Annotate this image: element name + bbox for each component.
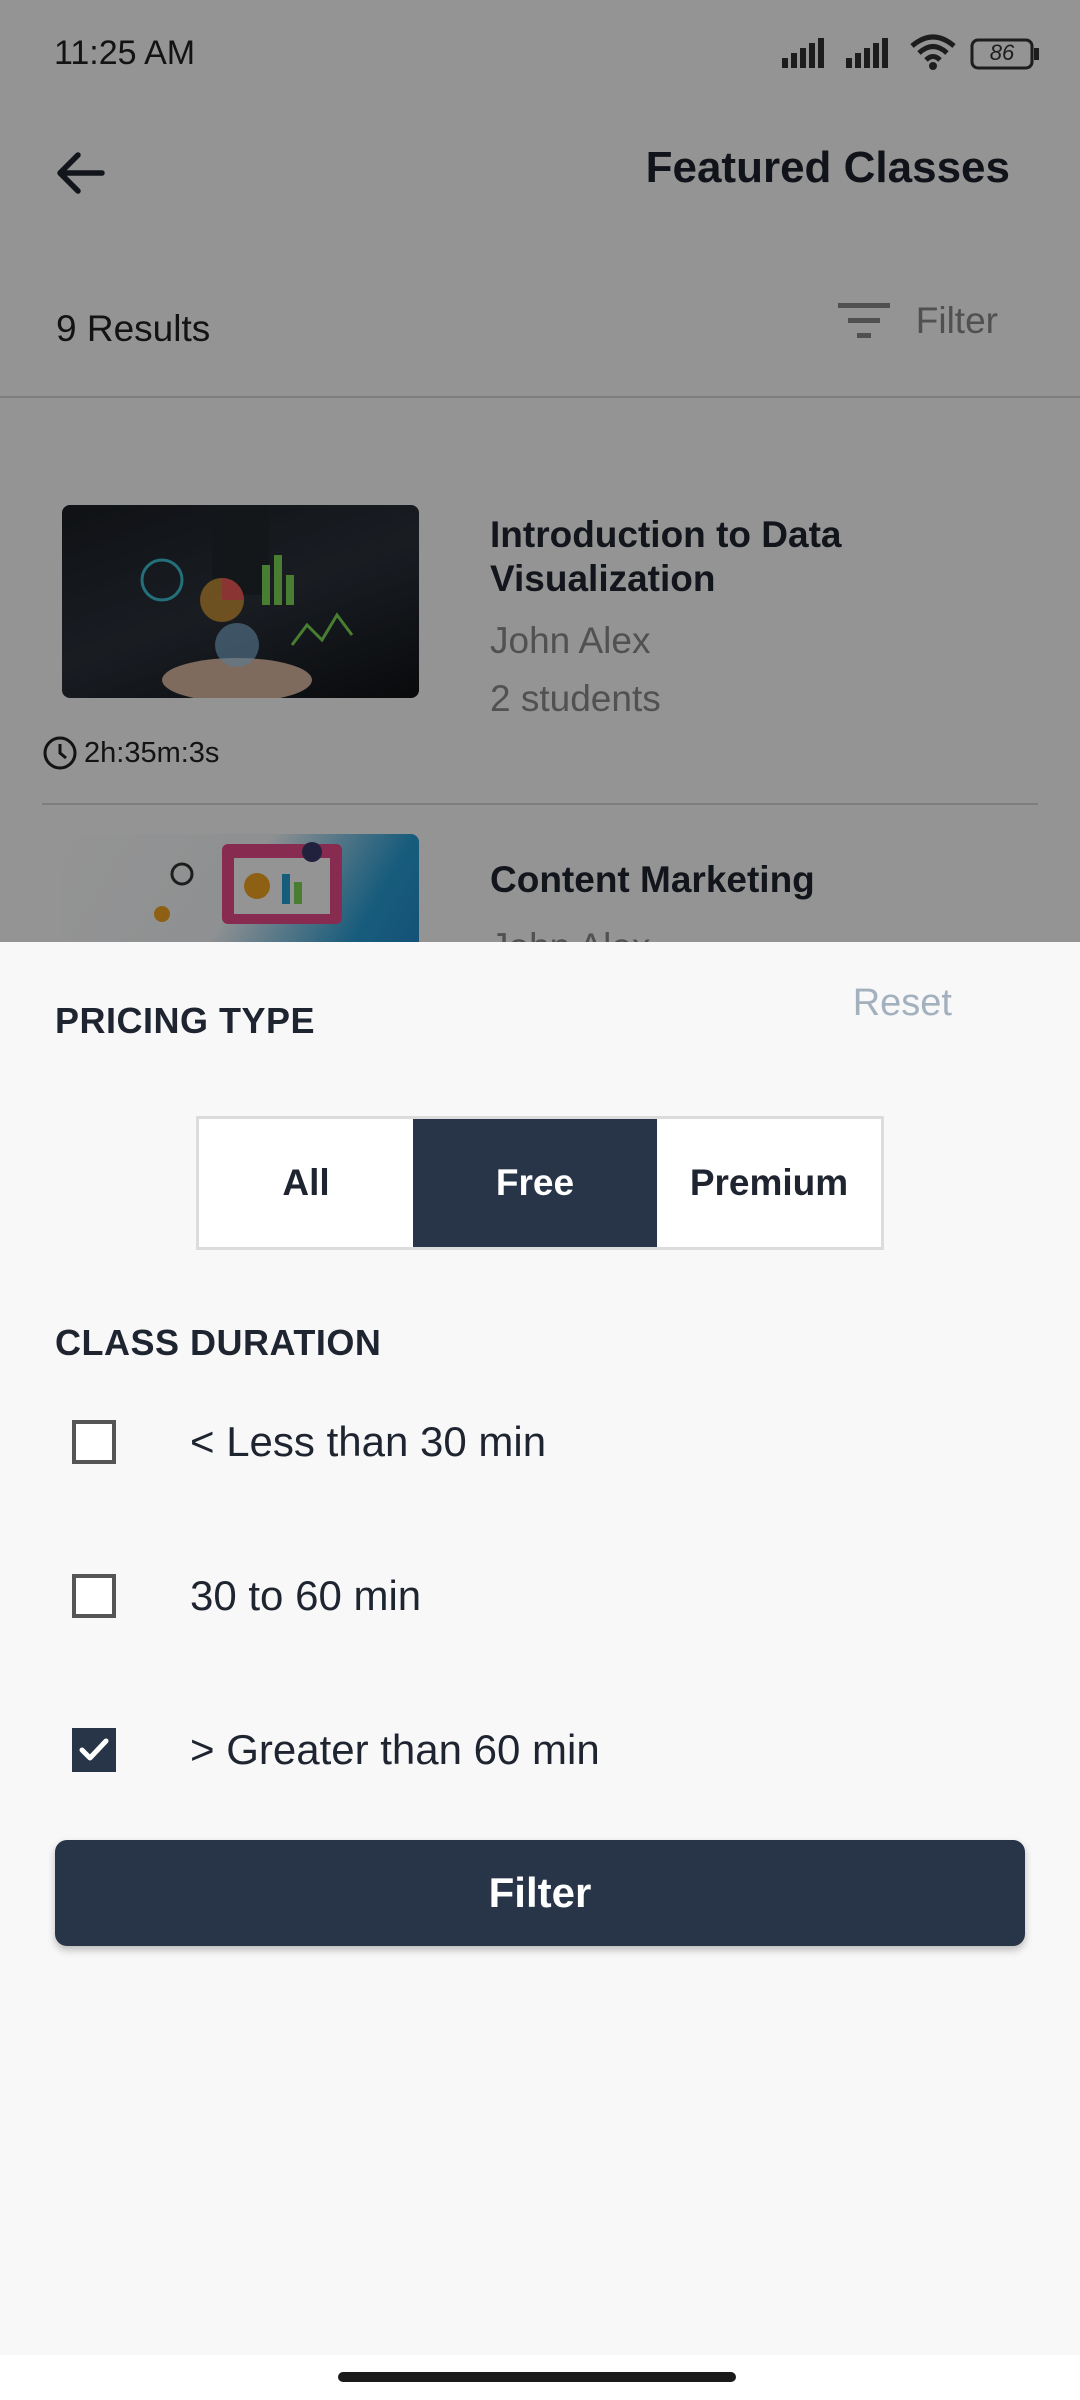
class-duration-title: CLASS DURATION: [55, 1322, 382, 1363]
scrim-overlay[interactable]: [0, 0, 1080, 942]
apply-filter-button[interactable]: Filter: [55, 1840, 1025, 1946]
checkbox-checked[interactable]: [72, 1728, 116, 1772]
home-indicator[interactable]: [338, 2372, 736, 2382]
duration-option-label: < Less than 30 min: [190, 1418, 547, 1465]
pricing-option-premium[interactable]: Premium: [657, 1119, 881, 1247]
duration-option-lt30[interactable]: < Less than 30 min: [72, 1410, 972, 1474]
check-icon: [79, 1738, 109, 1761]
pricing-type-title: PRICING TYPE: [55, 1000, 316, 1041]
duration-option-label: 30 to 60 min: [190, 1572, 422, 1619]
reset-button[interactable]: Reset: [853, 982, 952, 1025]
pricing-segmented-control: All Free Premium: [196, 1116, 884, 1250]
duration-option-30to60[interactable]: 30 to 60 min: [72, 1564, 972, 1628]
checkbox[interactable]: [72, 1420, 116, 1464]
pricing-option-all[interactable]: All: [199, 1119, 413, 1247]
pricing-option-free[interactable]: Free: [413, 1119, 657, 1247]
checkbox[interactable]: [72, 1574, 116, 1618]
duration-option-label: > Greater than 60 min: [190, 1726, 600, 1773]
duration-option-gt60[interactable]: > Greater than 60 min: [72, 1718, 972, 1782]
